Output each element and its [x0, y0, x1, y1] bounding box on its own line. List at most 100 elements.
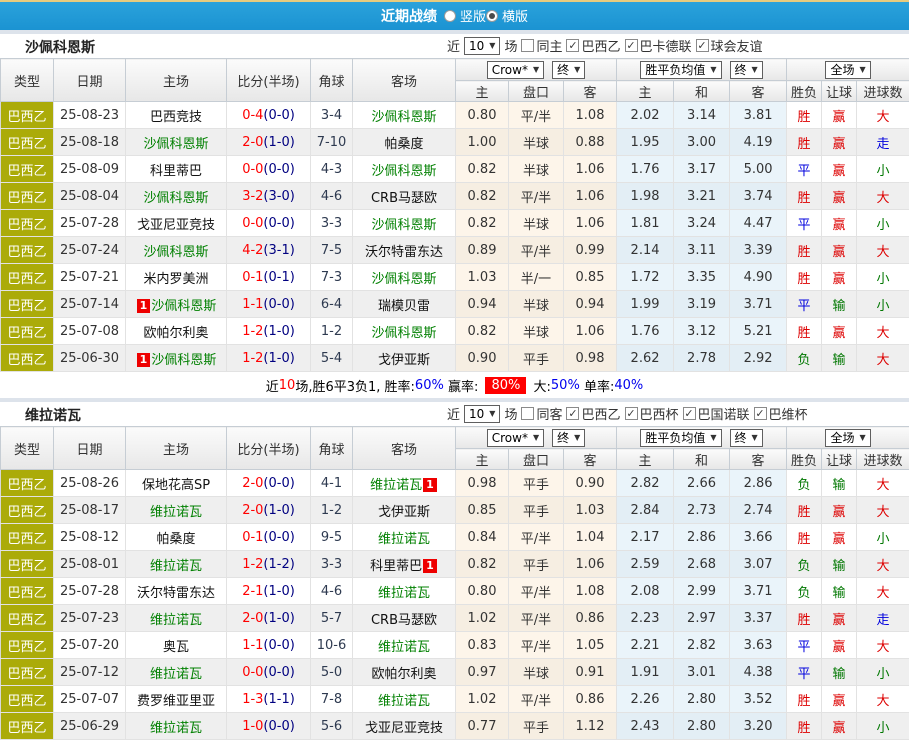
result-handicap: 赢	[822, 237, 857, 264]
bookmaker-select[interactable]: Crow*▼	[487, 429, 544, 447]
layout-radio-horizontal[interactable]: 横版	[486, 6, 528, 25]
away-team-cell[interactable]: CRB马瑟欧	[353, 183, 456, 210]
halftime-score: (0-0)	[263, 719, 294, 734]
away-team-cell[interactable]: 维拉诺瓦	[353, 632, 456, 659]
checkbox-checked-icon: ✓	[625, 39, 638, 52]
bookmaker-select[interactable]: Crow*▼	[487, 61, 544, 79]
score-cell: 2-0(1-0)	[227, 129, 311, 156]
away-team-cell[interactable]: 戈伊亚斯	[353, 497, 456, 524]
handicap-home-odds: 0.77	[456, 713, 509, 740]
home-team-cell[interactable]: 帕桑度	[126, 524, 227, 551]
handicap-home-odds: 0.82	[456, 156, 509, 183]
home-team-cell[interactable]: 维拉诺瓦	[126, 605, 227, 632]
home-team-cell[interactable]: 奥瓦	[126, 632, 227, 659]
avg-home-odds: 2.14	[617, 237, 674, 264]
away-team-cell[interactable]: 维拉诺瓦	[353, 686, 456, 713]
filter-checkbox-3[interactable]: ✓巴国诺联	[683, 404, 750, 423]
home-team-cell[interactable]: 费罗维亚里亚	[126, 686, 227, 713]
avg-stage-select[interactable]: 终▼	[730, 429, 763, 447]
handicap-line: 平/半	[509, 686, 564, 713]
filter-bar: 近10▼场同主✓巴西乙✓巴卡德联✓球会友谊	[447, 36, 763, 55]
match-row: 巴西乙25-08-17维拉诺瓦2-0(1-0)1-2戈伊亚斯0.85平手1.03…	[1, 497, 909, 524]
avg-away-odds: 3.71	[730, 578, 787, 605]
halftime-score: (3-0)	[263, 189, 294, 204]
result-handicap: 赢	[822, 264, 857, 291]
result-outcome: 胜	[787, 129, 822, 156]
filter-checkbox-2[interactable]: ✓巴卡德联	[625, 36, 692, 55]
away-team-cell[interactable]: 欧帕尔利奥	[353, 659, 456, 686]
avg-draw-odds: 2.66	[674, 470, 730, 497]
near-label: 近	[447, 404, 460, 423]
handicap-home-odds: 0.85	[456, 497, 509, 524]
filter-bar: 近10▼场同客✓巴西乙✓巴西杯✓巴国诺联✓巴维杯	[447, 404, 808, 423]
away-team-cell[interactable]: 科里蒂巴1	[353, 551, 456, 578]
filter-checkbox-2[interactable]: ✓巴西杯	[625, 404, 679, 423]
home-team-cell[interactable]: 沙佩科恩斯	[126, 129, 227, 156]
home-team-cell[interactable]: 米内罗美洲	[126, 264, 227, 291]
table-body: 巴西乙25-08-23巴西竞技0-4(0-0)3-4沙佩科恩斯0.80平/半1.…	[1, 102, 909, 372]
avg-stage-select[interactable]: 终▼	[730, 61, 763, 79]
halftime-score: (1-0)	[263, 503, 294, 518]
home-team-cell[interactable]: 沙佩科恩斯	[126, 183, 227, 210]
result-outcome: 胜	[787, 713, 822, 740]
odds-stage-select[interactable]: 终▼	[552, 61, 585, 79]
home-team-cell[interactable]: 维拉诺瓦	[126, 713, 227, 740]
match-row: 巴西乙25-08-23巴西竞技0-4(0-0)3-4沙佩科恩斯0.80平/半1.…	[1, 102, 909, 129]
odds-stage-select[interactable]: 终▼	[552, 429, 585, 447]
away-team-cell[interactable]: 沙佩科恩斯	[353, 210, 456, 237]
filter-checkbox-0[interactable]: 同客	[521, 404, 562, 423]
handicap-line: 平/半	[509, 102, 564, 129]
avg-home-odds: 2.82	[617, 470, 674, 497]
handicap-line: 平/半	[509, 605, 564, 632]
home-team-cell[interactable]: 戈亚尼亚竞技	[126, 210, 227, 237]
avg-odds-select[interactable]: 胜平负均值▼	[640, 429, 721, 447]
avg-home-odds: 2.02	[617, 102, 674, 129]
corner-score: 5-0	[321, 665, 342, 680]
home-team-cell[interactable]: 维拉诺瓦	[126, 497, 227, 524]
summary-text: 单率:	[580, 376, 615, 395]
away-team-cell[interactable]: 沃尔特雷东达	[353, 237, 456, 264]
away-team-cell[interactable]: 沙佩科恩斯	[353, 264, 456, 291]
away-team-cell[interactable]: 戈亚尼亚竞技	[353, 713, 456, 740]
home-team-cell[interactable]: 维拉诺瓦	[126, 551, 227, 578]
home-team-cell[interactable]: 保地花高SP	[126, 470, 227, 497]
home-team-cell[interactable]: 1沙佩科恩斯	[126, 291, 227, 318]
home-team-cell[interactable]: 1沙佩科恩斯	[126, 345, 227, 372]
away-team-cell[interactable]: 维拉诺瓦	[353, 524, 456, 551]
home-team-cell[interactable]: 科里蒂巴	[126, 156, 227, 183]
home-team-cell[interactable]: 沃尔特雷东达	[126, 578, 227, 605]
filter-checkbox-1[interactable]: ✓巴西乙	[566, 36, 620, 55]
avg-draw-odds: 3.01	[674, 659, 730, 686]
avg-draw-odds: 3.19	[674, 291, 730, 318]
away-team-cell[interactable]: 瑞模贝雷	[353, 291, 456, 318]
away-team-cell[interactable]: 戈伊亚斯	[353, 345, 456, 372]
home-team-cell[interactable]: 维拉诺瓦	[126, 659, 227, 686]
layout-radio-vertical[interactable]: 竖版	[444, 6, 486, 25]
home-team-cell[interactable]: 欧帕尔利奥	[126, 318, 227, 345]
scope-select[interactable]: 全场▼	[825, 61, 870, 79]
filter-checkbox-1[interactable]: ✓巴西乙	[566, 404, 620, 423]
avg-away-odds: 3.37	[730, 605, 787, 632]
home-team-cell[interactable]: 沙佩科恩斯	[126, 237, 227, 264]
away-team-cell[interactable]: 沙佩科恩斯	[353, 102, 456, 129]
date-cell: 25-08-18	[54, 129, 126, 156]
away-team-name: 戈亚尼亚竞技	[365, 721, 443, 736]
away-team-cell[interactable]: CRB马瑟欧	[353, 605, 456, 632]
avg-odds-select[interactable]: 胜平负均值▼	[640, 61, 721, 79]
sub-header-1: 盘口	[509, 449, 564, 470]
filter-checkbox-0[interactable]: 同主	[521, 36, 562, 55]
away-team-cell[interactable]: 帕桑度	[353, 129, 456, 156]
away-team-cell[interactable]: 沙佩科恩斯	[353, 318, 456, 345]
match-count-select[interactable]: 10▼	[464, 405, 500, 423]
sub-header-3: 主	[617, 81, 674, 102]
scope-select[interactable]: 全场▼	[825, 429, 870, 447]
handicap-away-odds: 1.06	[564, 210, 617, 237]
home-team-cell[interactable]: 巴西竞技	[126, 102, 227, 129]
filter-checkbox-4[interactable]: ✓巴维杯	[754, 404, 808, 423]
match-count-select[interactable]: 10▼	[464, 37, 500, 55]
away-team-cell[interactable]: 维拉诺瓦	[353, 578, 456, 605]
away-team-cell[interactable]: 沙佩科恩斯	[353, 156, 456, 183]
away-team-cell[interactable]: 维拉诺瓦1	[353, 470, 456, 497]
filter-checkbox-3[interactable]: ✓球会友谊	[696, 36, 763, 55]
handicap-home-odds: 0.84	[456, 524, 509, 551]
